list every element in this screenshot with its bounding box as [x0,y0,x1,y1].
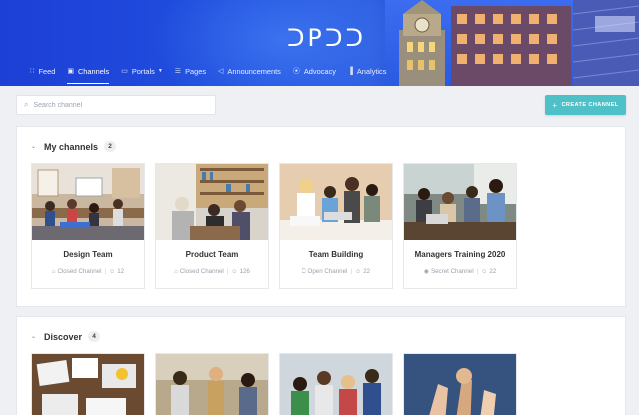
channel-type: Closed Channel [57,268,102,275]
caret-down-icon: ▼ [157,68,163,74]
channel-meta: ⌂ Closed Channel | ☺ 126 [156,268,268,275]
meta-divider: | [350,268,353,275]
discover-panel: ⌄ Discover 4 [16,316,626,415]
create-channel-button[interactable]: + CREATE CHANNEL [545,95,626,115]
nav-label: Pages [185,66,207,76]
nav-analytics[interactable]: ▐ Analytics [348,64,387,78]
open-door-icon: ⎕ [301,269,306,275]
broadcast-icon: ⦿ [292,68,300,75]
discover-card[interactable] [31,353,145,415]
section-title: Discover [44,331,83,342]
channel-card-managers-training[interactable]: Managers Training 2020 ◉ Secret Channel | ☺… [403,163,517,289]
nav-advocacy[interactable]: ⦿ Advocacy [293,64,336,78]
meta-divider: | [104,268,107,275]
rss-icon: ∷ [30,68,35,75]
chevron-down-icon: ⌄ [31,334,37,340]
channel-cover-image [156,354,268,415]
channel-cover-image [156,164,268,240]
member-count: 22 [489,268,497,275]
channel-meta: ◉ Secret Channel | ☺ 22 [404,268,516,275]
nav-label: Portals [131,66,155,76]
nav-label: Feed [38,66,56,76]
channel-cover-image [32,354,144,415]
portal-icon: ▭ [121,68,128,75]
members-icon: ☺ [109,269,116,275]
nav-announcements[interactable]: ◁ Announcements [218,64,281,78]
meta-divider: | [476,268,479,275]
channel-meta: ⎕ Open Channel | ☺ 22 [280,268,392,276]
search-box[interactable]: ⌕ [16,95,216,115]
members-icon: ☺ [481,269,488,275]
channel-type: Open Channel [307,268,348,275]
my-channels-header[interactable]: ⌄ My channels 2 [31,141,117,152]
channel-card-product-team[interactable]: Product Team ⌂ Closed Channel | ☺ 126 [155,163,269,289]
channel-count-badge: 4 [88,331,101,342]
section-title: My channels [44,141,99,152]
channel-card-design-team[interactable]: Design Team ⌂ Closed Channel | ☺ 12 [31,163,145,289]
nav-channels[interactable]: ▣ Channels [67,64,110,84]
search-input[interactable] [33,101,204,109]
channel-name: Design Team [63,250,113,259]
my-channels-panel: ⌄ My channels 2 Design Team ⌂ Closed Cha… [16,126,626,307]
channel-cover-image [404,164,516,240]
channels-icon: ▣ [67,68,74,75]
nav-label: Advocacy [303,66,336,76]
member-count: 126 [239,268,250,275]
channel-count-badge: 2 [104,141,117,152]
channel-cover-image [32,164,144,240]
channel-meta: ⌂ Closed Channel | ☺ 12 [32,268,144,275]
eye-off-icon: ◉ [423,269,429,275]
nav-label: Channels [77,66,110,76]
discover-card[interactable] [403,353,517,415]
plus-icon: + [552,100,558,110]
meta-divider: | [226,268,229,275]
brand-logo[interactable]: ᑐPᑐᑐ [287,24,366,52]
search-icon: ⌕ [24,100,29,109]
nav-pages[interactable]: ☰ Pages [175,64,206,78]
channel-type: Closed Channel [179,268,224,275]
channel-cover-image [280,354,392,415]
discover-header[interactable]: ⌄ Discover 4 [31,331,101,342]
page-icon: ☰ [174,68,182,75]
channel-cover-image [280,164,392,240]
main-nav: ∷ Feed ▣ Channels ▭ Portals ▼ ☰ Pages ◁ … [30,64,398,84]
nav-portals[interactable]: ▭ Portals ▼ [121,64,163,78]
lock-icon: ⌂ [51,269,56,275]
channel-name: Product Team [185,250,239,259]
channel-type: Secret Channel [430,268,474,275]
channel-name: Team Building [308,250,364,259]
channel-cover-image [404,354,516,415]
nav-label: Analytics [356,66,387,76]
nav-label: Announcements [227,66,281,76]
chevron-down-icon: ⌄ [31,144,37,150]
member-count: 22 [363,268,371,275]
channel-name: Managers Training 2020 [414,250,506,259]
app-header: ᑐPᑐᑐ ∷ Feed ▣ Channels ▭ Portals ▼ ☰ Pag… [0,0,639,86]
megaphone-icon: ◁ [218,68,224,75]
members-icon: ☺ [355,269,362,275]
chart-icon: ▐ [347,67,353,75]
header-city-photo [385,0,639,86]
discover-card[interactable] [279,353,393,415]
channel-card-team-building[interactable]: Team Building ⎕ Open Channel | ☺ 22 [279,163,393,289]
create-channel-label: CREATE CHANNEL [561,102,619,108]
nav-feed[interactable]: ∷ Feed [30,64,55,78]
lock-icon: ⌂ [174,269,178,275]
member-count: 12 [117,268,125,275]
discover-card[interactable] [155,353,269,415]
members-icon: ☺ [231,269,238,275]
